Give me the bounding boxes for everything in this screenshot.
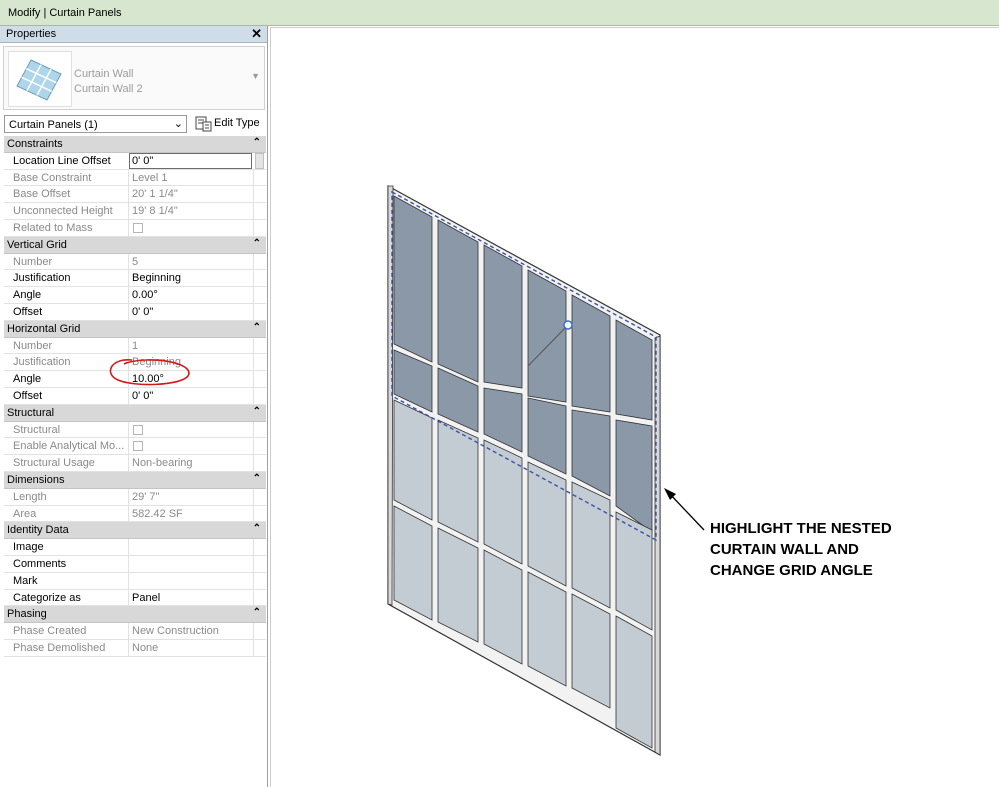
grid-angle-control-handle[interactable]: [563, 320, 573, 330]
annotation-line-3: CHANGE GRID ANGLE: [710, 562, 873, 579]
annotation-line-2: CURTAIN WALL AND: [710, 541, 859, 558]
curtain-wall-3d-model[interactable]: [0, 0, 999, 787]
annotation-line-1: HIGHLIGHT THE NESTED: [710, 520, 892, 537]
instruction-annotation: HIGHLIGHT THE NESTED CURTAIN WALL AND CH…: [710, 518, 892, 581]
